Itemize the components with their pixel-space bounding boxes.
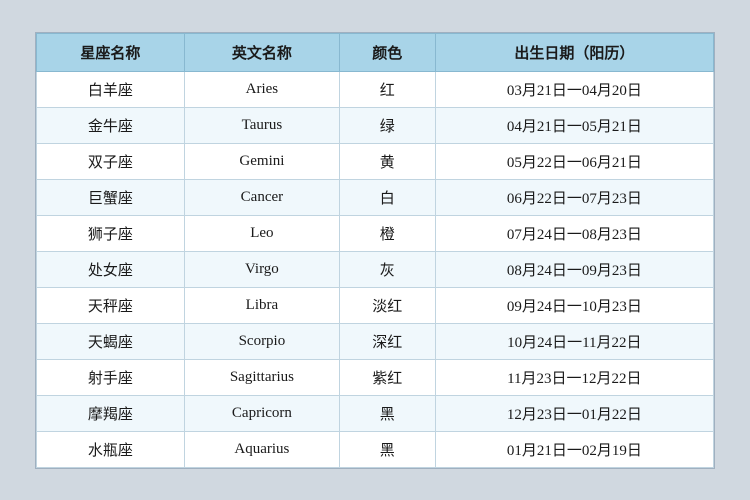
table-row: 天秤座Libra淡红09月24日一10月23日	[37, 287, 714, 323]
table-row: 处女座Virgo灰08月24日一09月23日	[37, 251, 714, 287]
table-row: 摩羯座Capricorn黑12月23日一01月22日	[37, 395, 714, 431]
cell-row1-col3: 04月21日一05月21日	[435, 107, 713, 143]
cell-row4-col2: 橙	[339, 215, 435, 251]
cell-row1-col1: Taurus	[184, 107, 339, 143]
table-row: 射手座Sagittarius紫红11月23日一12月22日	[37, 359, 714, 395]
cell-row3-col3: 06月22日一07月23日	[435, 179, 713, 215]
cell-row10-col2: 黑	[339, 431, 435, 467]
cell-row5-col1: Virgo	[184, 251, 339, 287]
table-body: 白羊座Aries红03月21日一04月20日金牛座Taurus绿04月21日一0…	[37, 71, 714, 467]
table-row: 双子座Gemini黄05月22日一06月21日	[37, 143, 714, 179]
cell-row6-col1: Libra	[184, 287, 339, 323]
cell-row8-col0: 射手座	[37, 359, 185, 395]
table-row: 白羊座Aries红03月21日一04月20日	[37, 71, 714, 107]
cell-row4-col1: Leo	[184, 215, 339, 251]
cell-row9-col3: 12月23日一01月22日	[435, 395, 713, 431]
cell-row7-col0: 天蝎座	[37, 323, 185, 359]
cell-row5-col2: 灰	[339, 251, 435, 287]
cell-row7-col1: Scorpio	[184, 323, 339, 359]
cell-row0-col1: Aries	[184, 71, 339, 107]
cell-row9-col0: 摩羯座	[37, 395, 185, 431]
cell-row8-col2: 紫红	[339, 359, 435, 395]
cell-row3-col2: 白	[339, 179, 435, 215]
cell-row3-col1: Cancer	[184, 179, 339, 215]
cell-row2-col3: 05月22日一06月21日	[435, 143, 713, 179]
cell-row4-col0: 狮子座	[37, 215, 185, 251]
header-col-2: 颜色	[339, 33, 435, 71]
table-row: 天蝎座Scorpio深红10月24日一11月22日	[37, 323, 714, 359]
header-col-3: 出生日期（阳历）	[435, 33, 713, 71]
cell-row10-col3: 01月21日一02月19日	[435, 431, 713, 467]
table-row: 金牛座Taurus绿04月21日一05月21日	[37, 107, 714, 143]
cell-row6-col2: 淡红	[339, 287, 435, 323]
cell-row5-col0: 处女座	[37, 251, 185, 287]
zodiac-table: 星座名称英文名称颜色出生日期（阳历） 白羊座Aries红03月21日一04月20…	[36, 33, 714, 468]
table-row: 狮子座Leo橙07月24日一08月23日	[37, 215, 714, 251]
table-row: 水瓶座Aquarius黑01月21日一02月19日	[37, 431, 714, 467]
cell-row1-col0: 金牛座	[37, 107, 185, 143]
cell-row2-col1: Gemini	[184, 143, 339, 179]
table-header-row: 星座名称英文名称颜色出生日期（阳历）	[37, 33, 714, 71]
cell-row5-col3: 08月24日一09月23日	[435, 251, 713, 287]
cell-row10-col0: 水瓶座	[37, 431, 185, 467]
cell-row0-col3: 03月21日一04月20日	[435, 71, 713, 107]
zodiac-table-container: 星座名称英文名称颜色出生日期（阳历） 白羊座Aries红03月21日一04月20…	[35, 32, 715, 469]
table-row: 巨蟹座Cancer白06月22日一07月23日	[37, 179, 714, 215]
cell-row10-col1: Aquarius	[184, 431, 339, 467]
header-col-0: 星座名称	[37, 33, 185, 71]
cell-row2-col0: 双子座	[37, 143, 185, 179]
cell-row3-col0: 巨蟹座	[37, 179, 185, 215]
cell-row1-col2: 绿	[339, 107, 435, 143]
cell-row8-col1: Sagittarius	[184, 359, 339, 395]
cell-row2-col2: 黄	[339, 143, 435, 179]
cell-row8-col3: 11月23日一12月22日	[435, 359, 713, 395]
cell-row7-col2: 深红	[339, 323, 435, 359]
cell-row9-col1: Capricorn	[184, 395, 339, 431]
header-col-1: 英文名称	[184, 33, 339, 71]
cell-row9-col2: 黑	[339, 395, 435, 431]
cell-row0-col0: 白羊座	[37, 71, 185, 107]
cell-row7-col3: 10月24日一11月22日	[435, 323, 713, 359]
cell-row6-col0: 天秤座	[37, 287, 185, 323]
cell-row0-col2: 红	[339, 71, 435, 107]
cell-row4-col3: 07月24日一08月23日	[435, 215, 713, 251]
cell-row6-col3: 09月24日一10月23日	[435, 287, 713, 323]
